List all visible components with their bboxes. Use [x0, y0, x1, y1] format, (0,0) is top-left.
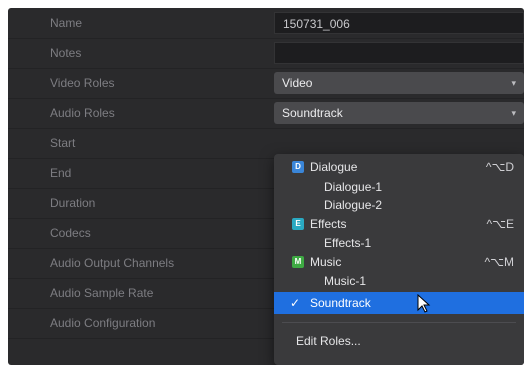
audio-sample-rate-label: Audio Sample Rate — [50, 286, 154, 300]
menu-item-label: Dialogue-2 — [324, 198, 383, 212]
notes-field[interactable] — [274, 42, 524, 64]
notes-label: Notes — [50, 46, 82, 60]
menu-item-label: Effects-1 — [324, 236, 372, 250]
chevron-down-icon: ▾ — [511, 108, 516, 118]
pointer-cursor-icon — [417, 294, 431, 313]
menu-item-label: Dialogue-1 — [324, 180, 383, 194]
duration-label: Duration — [50, 196, 96, 210]
menu-item-shortcut: ^⌥M — [484, 255, 514, 269]
music-role-icon: M — [292, 256, 304, 268]
menu-item-edit-roles[interactable]: Edit Roles... — [274, 332, 524, 351]
start-label: Start — [50, 136, 76, 150]
menu-item-label: Effects — [310, 217, 347, 231]
checkmark-icon: ✓ — [290, 296, 301, 310]
codecs-label: Codecs — [50, 226, 91, 240]
row-audio-roles: Audio Roles Soundtrack ▾ — [8, 98, 524, 129]
menu-item-label: Soundtrack — [310, 296, 371, 310]
audio-roles-value: Soundtrack — [282, 106, 343, 120]
row-video-roles: Video Roles Video ▾ — [8, 68, 524, 99]
audio-roles-label: Audio Roles — [50, 106, 115, 120]
menu-item-dialogue-1[interactable]: Dialogue-1 — [274, 178, 524, 197]
menu-item-label: Music-1 — [324, 274, 367, 288]
audio-roles-menu: D Dialogue ^⌥D Dialogue-1 Dialogue-2 E E… — [274, 154, 524, 365]
effects-role-icon: E — [292, 218, 304, 230]
menu-item-label: Music — [310, 255, 342, 269]
row-notes: Notes — [8, 38, 524, 69]
audio-output-channels-label: Audio Output Channels — [50, 256, 175, 270]
end-label: End — [50, 166, 72, 180]
menu-item-label: Edit Roles... — [296, 334, 361, 348]
inspector-panel: Name 150731_006 Notes Video Roles Video … — [8, 8, 524, 365]
menu-item-dialogue[interactable]: D Dialogue ^⌥D — [274, 158, 524, 177]
video-roles-label: Video Roles — [50, 76, 115, 90]
name-label: Name — [50, 16, 83, 30]
menu-item-soundtrack[interactable]: ✓ Soundtrack — [274, 292, 524, 314]
menu-item-effects-1[interactable]: Effects-1 — [274, 234, 524, 253]
menu-item-label: Dialogue — [310, 160, 358, 174]
chevron-down-icon: ▾ — [511, 78, 516, 88]
audio-roles-popup[interactable]: Soundtrack ▾ — [274, 102, 524, 124]
menu-item-music-1[interactable]: Music-1 — [274, 272, 524, 291]
menu-item-music[interactable]: M Music ^⌥M — [274, 253, 524, 272]
dialogue-role-icon: D — [292, 161, 304, 173]
menu-item-shortcut: ^⌥E — [486, 217, 514, 231]
video-roles-popup[interactable]: Video ▾ — [274, 72, 524, 94]
video-roles-value: Video — [282, 76, 313, 90]
name-field[interactable]: 150731_006 — [274, 12, 524, 34]
audio-configuration-label: Audio Configuration — [50, 316, 156, 330]
menu-separator — [282, 322, 516, 323]
menu-item-dialogue-2[interactable]: Dialogue-2 — [274, 196, 524, 215]
row-name: Name 150731_006 — [8, 8, 524, 39]
menu-item-shortcut: ^⌥D — [485, 160, 514, 174]
menu-item-effects[interactable]: E Effects ^⌥E — [274, 215, 524, 234]
